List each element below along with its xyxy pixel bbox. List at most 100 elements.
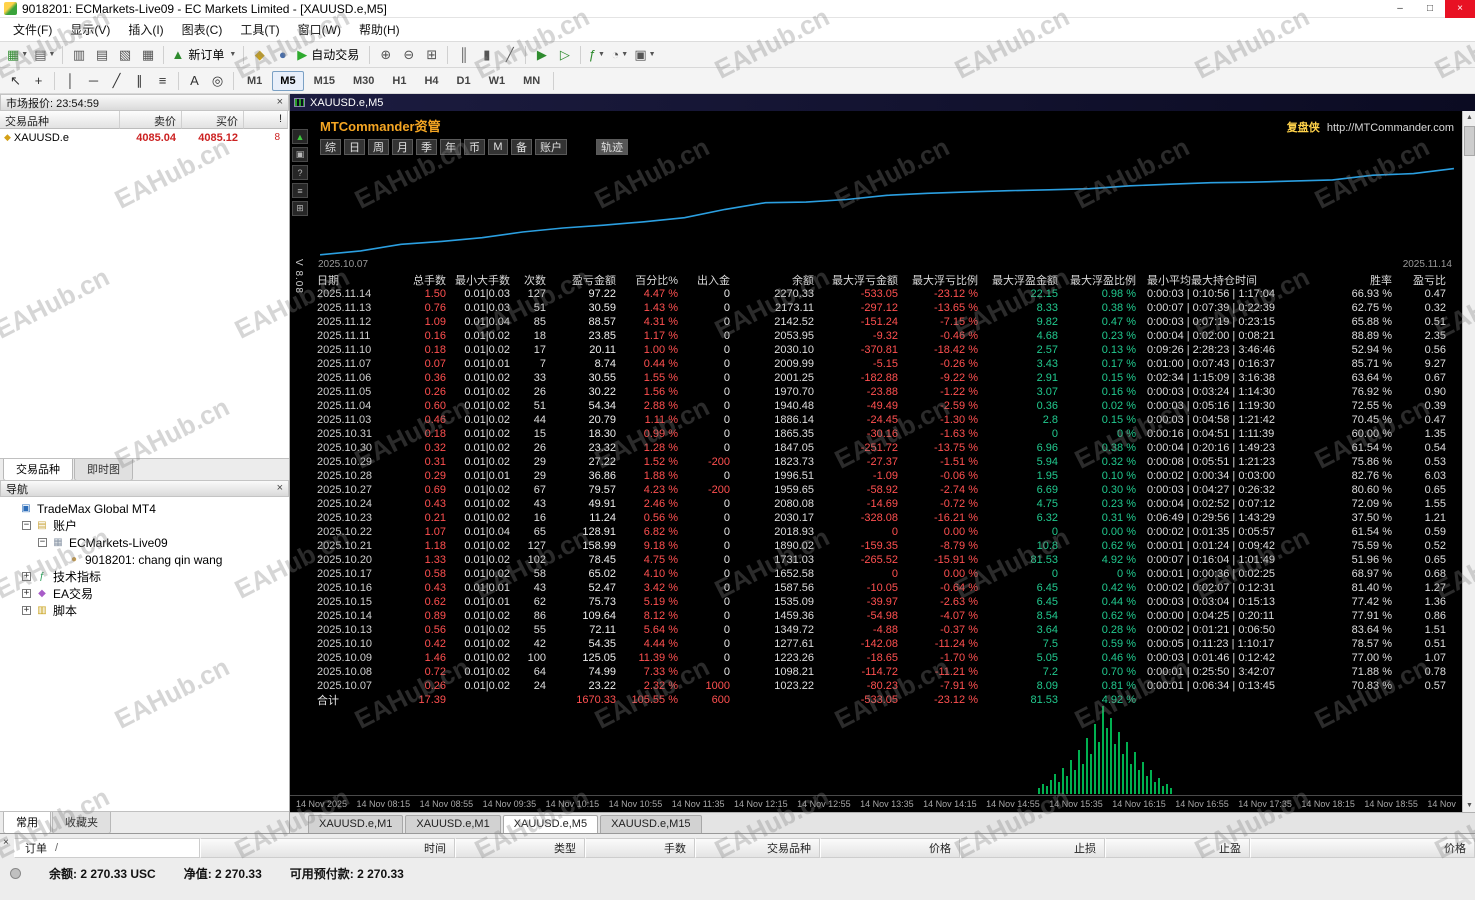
timeframe-d1-button[interactable]: D1 — [449, 71, 479, 91]
orders-column-2[interactable]: 手数 — [585, 838, 695, 858]
new-chart-button[interactable]: ▦ ▼ — [4, 44, 31, 66]
menu-item[interactable]: 显示(V) — [61, 18, 119, 41]
indicators-button[interactable]: ƒ ▼ — [585, 44, 608, 66]
panel-track-button[interactable]: 轨迹 — [596, 139, 628, 155]
horizontal-line-button[interactable]: ─ — [82, 70, 105, 92]
tile-windows-button[interactable]: ⊞ — [420, 44, 443, 66]
metaeditor-button[interactable]: ◆ — [248, 44, 271, 66]
scroll-down-icon[interactable]: ▼ — [1463, 799, 1475, 812]
panel-button-日[interactable]: 日 — [344, 139, 365, 155]
panel-button-备[interactable]: 备 — [511, 139, 532, 155]
menu-item[interactable]: 帮助(H) — [350, 18, 409, 41]
line-chart-button[interactable]: ╱ — [498, 44, 521, 66]
market-watch-tab-交易品种[interactable]: 交易品种 — [3, 458, 73, 481]
auto-scroll-button[interactable]: ▶ — [530, 44, 553, 66]
timeframe-mn-button[interactable]: MN — [515, 71, 548, 91]
orders-column-0[interactable]: 时间 — [200, 838, 455, 858]
options-button[interactable]: ● — [271, 44, 294, 66]
scrollbar-thumb[interactable] — [1464, 126, 1475, 156]
orders-column-7[interactable]: 价格 — [1250, 838, 1475, 858]
panel-collapse-button[interactable]: ▲ — [292, 129, 308, 144]
new-order-button[interactable]: ▲ 新订单 ▼ — [168, 44, 239, 66]
orders-tab[interactable]: 订单 / — [14, 838, 200, 858]
timeframe-m5-button[interactable]: M5 — [272, 70, 304, 91]
chart-tab-3[interactable]: XAUUSD.e,M15 — [600, 815, 702, 833]
panel-button-币[interactable]: 币 — [464, 139, 485, 155]
chart-shift-button[interactable]: ▷ — [553, 44, 576, 66]
menu-item[interactable]: 窗口(W) — [289, 18, 350, 41]
tree-item[interactable]: − ▦ ECMarkets-Live09 — [0, 534, 289, 551]
data-window-button[interactable]: ▤ — [90, 44, 113, 66]
menu-item[interactable]: 插入(I) — [119, 18, 172, 41]
vertical-line-button[interactable]: │ — [59, 70, 82, 92]
tree-item[interactable]: + ▥ 脚本 — [0, 602, 289, 619]
orders-column-4[interactable]: 价格 — [820, 838, 960, 858]
help-button[interactable]: ? — [292, 165, 308, 180]
tree-item[interactable]: ▣ TradeMax Global MT4 — [0, 500, 289, 517]
tree-item[interactable]: + ƒ 技术指标 — [0, 568, 289, 585]
menu-item[interactable]: 文件(F) — [4, 18, 61, 41]
panel-button-综[interactable]: 综 — [320, 139, 341, 155]
market-watch-column-1[interactable]: 卖价 — [120, 111, 182, 129]
tree-item[interactable]: − ▤ 账户 — [0, 517, 289, 534]
tree-item[interactable]: + ◆ EA交易 — [0, 585, 289, 602]
tree-expander-icon[interactable]: − — [22, 521, 31, 530]
chart-tab-1[interactable]: XAUUSD.e,M1 — [405, 815, 501, 833]
profiles-button[interactable]: ▤ ▼ — [31, 44, 58, 66]
orders-column-1[interactable]: 类型 — [455, 838, 585, 858]
orders-column-5[interactable]: 止损 — [960, 838, 1105, 858]
market-watch-column-3[interactable]: ! — [244, 111, 288, 129]
navigator-tab-常用[interactable]: 常用 — [3, 811, 51, 834]
orders-column-3[interactable]: 交易品种 — [695, 838, 820, 858]
navigator-close-icon[interactable]: × — [277, 483, 283, 494]
market-watch-column-0[interactable]: 交易品种 — [0, 111, 120, 129]
templates-button[interactable]: ▣ ▼ — [631, 44, 658, 66]
navigator-button[interactable]: ▧ — [113, 44, 136, 66]
cursor-button[interactable]: ↖ — [4, 70, 27, 92]
market-watch-tab-即时图[interactable]: 即时图 — [74, 458, 133, 481]
fibonacci-button[interactable]: ≡ — [151, 70, 174, 92]
menu-item[interactable]: 工具(T) — [231, 18, 288, 41]
timeframe-m30-button[interactable]: M30 — [345, 71, 382, 91]
panel-button-账户[interactable]: 账户 — [535, 139, 567, 155]
panel-button-年[interactable]: 年 — [440, 139, 461, 155]
menu-item[interactable]: 图表(C) — [173, 18, 232, 41]
list-button[interactable]: ≡ — [292, 183, 308, 198]
scroll-up-icon[interactable]: ▲ — [1463, 111, 1475, 124]
screenshot-button[interactable]: ▣ — [292, 147, 308, 162]
market-watch-close-icon[interactable]: × — [277, 97, 283, 108]
chart-tab-0[interactable]: XAUUSD.e,M1 — [308, 815, 404, 833]
chart-tab-2[interactable]: XAUUSD.e,M5 — [502, 815, 599, 833]
tree-expander-icon[interactable]: + — [22, 572, 31, 581]
timeframe-w1-button[interactable]: W1 — [481, 71, 514, 91]
timeframe-m1-button[interactable]: M1 — [239, 71, 270, 91]
timeframe-h1-button[interactable]: H1 — [384, 71, 414, 91]
terminal-button[interactable]: ▦ — [136, 44, 159, 66]
zoom-in-button[interactable]: ⊕ — [374, 44, 397, 66]
timeframe-m15-button[interactable]: M15 — [306, 71, 343, 91]
zoom-out-button[interactable]: ⊖ — [397, 44, 420, 66]
auto-trading-button[interactable]: ▶ 自动交易 — [294, 44, 365, 66]
candlestick-chart-button[interactable]: ▮ — [475, 44, 498, 66]
market-watch-button[interactable]: ▥ — [67, 44, 90, 66]
bar-chart-button[interactable]: ║ — [452, 44, 475, 66]
tree-item[interactable]: ● 9018201: chang qin wang — [0, 551, 289, 568]
tree-expander-icon[interactable]: − — [38, 538, 47, 547]
panel-button-周[interactable]: 周 — [368, 139, 389, 155]
trendline-button[interactable]: ╱ — [105, 70, 128, 92]
text-label-button[interactable]: A — [183, 70, 206, 92]
market-watch-column-2[interactable]: 买价 — [182, 111, 244, 129]
timeframe-h4-button[interactable]: H4 — [416, 71, 446, 91]
maximize-button[interactable]: □ — [1415, 0, 1445, 18]
crosshair-button[interactable]: + — [27, 70, 50, 92]
panel-button-季[interactable]: 季 — [416, 139, 437, 155]
navigator-tab-收藏夹[interactable]: 收藏夹 — [52, 811, 111, 834]
market-watch-row-xauusd[interactable]: ◆ XAUUSD.e 4085.04 4085.12 8 — [0, 129, 289, 146]
panel-button-月[interactable]: 月 — [392, 139, 413, 155]
channel-button[interactable]: ∥ — [128, 70, 151, 92]
close-button[interactable]: × — [1445, 0, 1475, 18]
minimize-button[interactable]: – — [1385, 0, 1415, 18]
periods-button[interactable]: ◔ ▼ — [608, 44, 631, 66]
arrow-objects-button[interactable]: ◎ — [206, 70, 229, 92]
tree-expander-icon[interactable]: + — [22, 589, 31, 598]
